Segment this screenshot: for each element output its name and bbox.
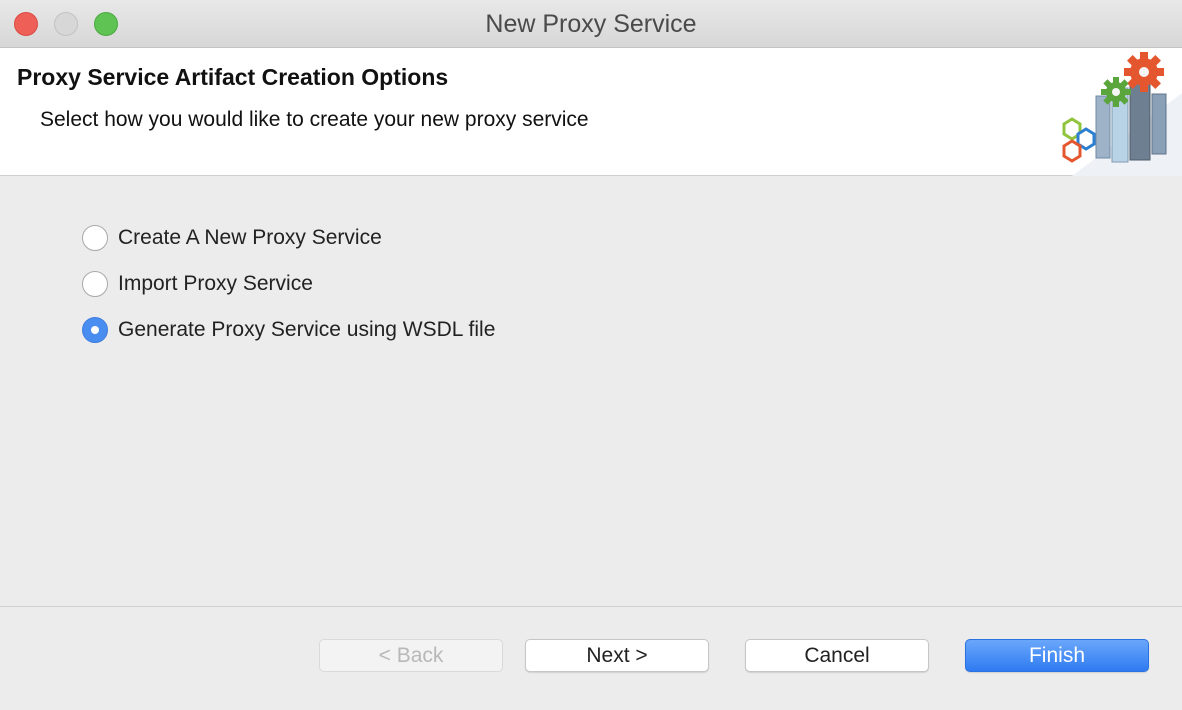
- gears-pillars-icon: [1062, 52, 1182, 176]
- title-bar[interactable]: New Proxy Service: [0, 0, 1182, 48]
- radio-import[interactable]: [82, 271, 108, 297]
- option-generate-wsdl-label[interactable]: Generate Proxy Service using WSDL file: [118, 318, 495, 342]
- radio-create-new[interactable]: [82, 225, 108, 251]
- option-generate-wsdl[interactable]: Generate Proxy Service using WSDL file: [82, 315, 495, 345]
- option-create-new[interactable]: Create A New Proxy Service: [82, 223, 382, 253]
- radio-generate-wsdl[interactable]: [82, 317, 108, 343]
- option-import-label[interactable]: Import Proxy Service: [118, 272, 313, 296]
- back-button[interactable]: < Back: [319, 639, 503, 672]
- cancel-button[interactable]: Cancel: [745, 639, 929, 672]
- options-panel: Create A New Proxy Service Import Proxy …: [0, 177, 1182, 607]
- dialog-window: New Proxy Service Proxy Service Artifact…: [0, 0, 1182, 710]
- page-title: Proxy Service Artifact Creation Options: [17, 64, 449, 90]
- window-title: New Proxy Service: [485, 10, 697, 38]
- finish-button[interactable]: Finish: [965, 639, 1149, 672]
- next-button[interactable]: Next >: [525, 639, 709, 672]
- footer-divider: [0, 606, 1182, 607]
- page-subtitle: Select how you would like to create your…: [40, 108, 589, 131]
- wizard-header: Proxy Service Artifact Creation Options …: [0, 48, 1182, 176]
- option-import[interactable]: Import Proxy Service: [82, 269, 313, 299]
- option-create-new-label[interactable]: Create A New Proxy Service: [118, 226, 382, 250]
